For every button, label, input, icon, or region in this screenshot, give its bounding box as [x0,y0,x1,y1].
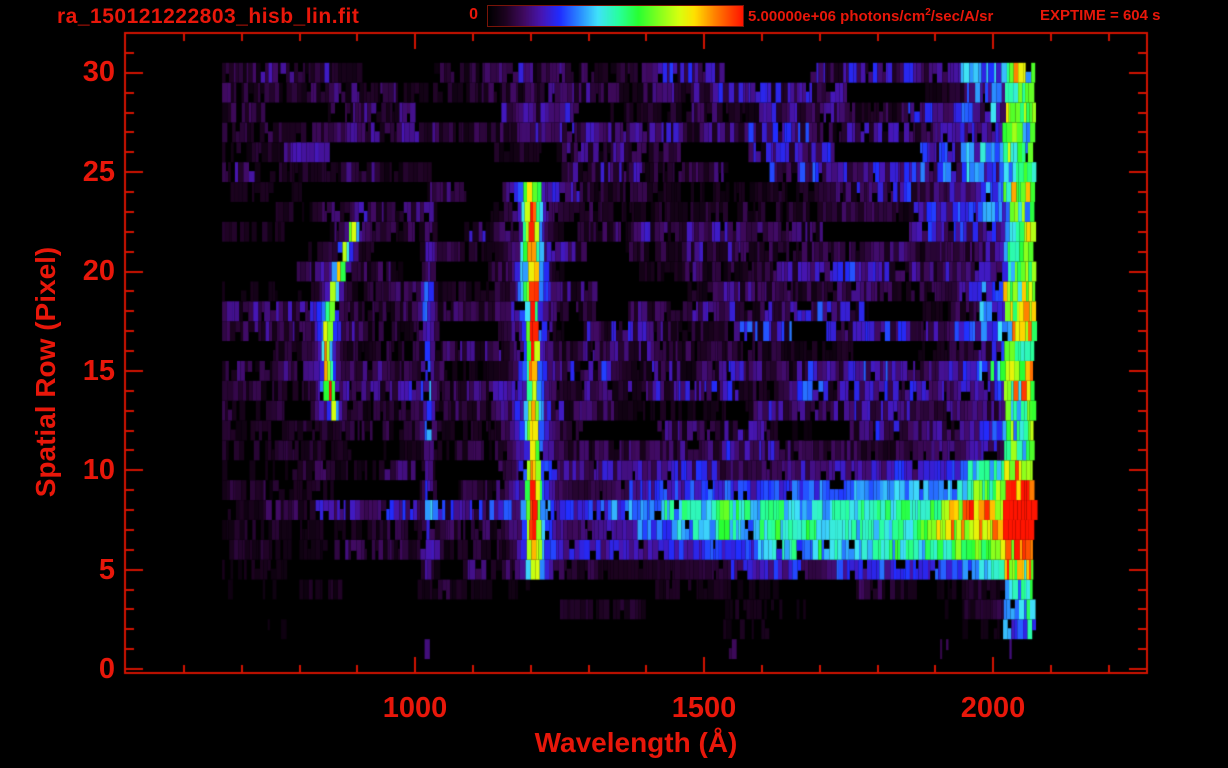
y-tick-25: 25 [82,156,115,188]
plot-title: ra_150121222803_hisb_lin.fit [57,5,360,28]
colorbar-max-label: 5.00000e+06 photons/cm2/sec/A/sr [748,7,993,25]
x-axis-title: Wavelength (Å) [534,727,738,758]
y-tick-5: 5 [98,554,115,586]
x-tick-1000: 1000 [382,692,448,724]
flux-value: 5.00000e+06 photons/cm [748,8,926,25]
colorbar-min-label: 0 [469,6,478,23]
colorbar [487,5,744,27]
x-tick-1500: 1500 [671,692,737,724]
y-tick-30: 30 [82,56,115,88]
exptime-label: EXPTIME = 604 s [1040,7,1161,24]
colorbar-gradient [488,6,743,26]
spectral-image-canvas [0,0,1228,768]
y-axis-title: Spatial Row (Pixel) [30,246,61,498]
y-tick-0: 0 [98,653,115,685]
x-tick-2000: 2000 [960,692,1026,724]
flux-units: /sec/A/sr [930,8,994,25]
